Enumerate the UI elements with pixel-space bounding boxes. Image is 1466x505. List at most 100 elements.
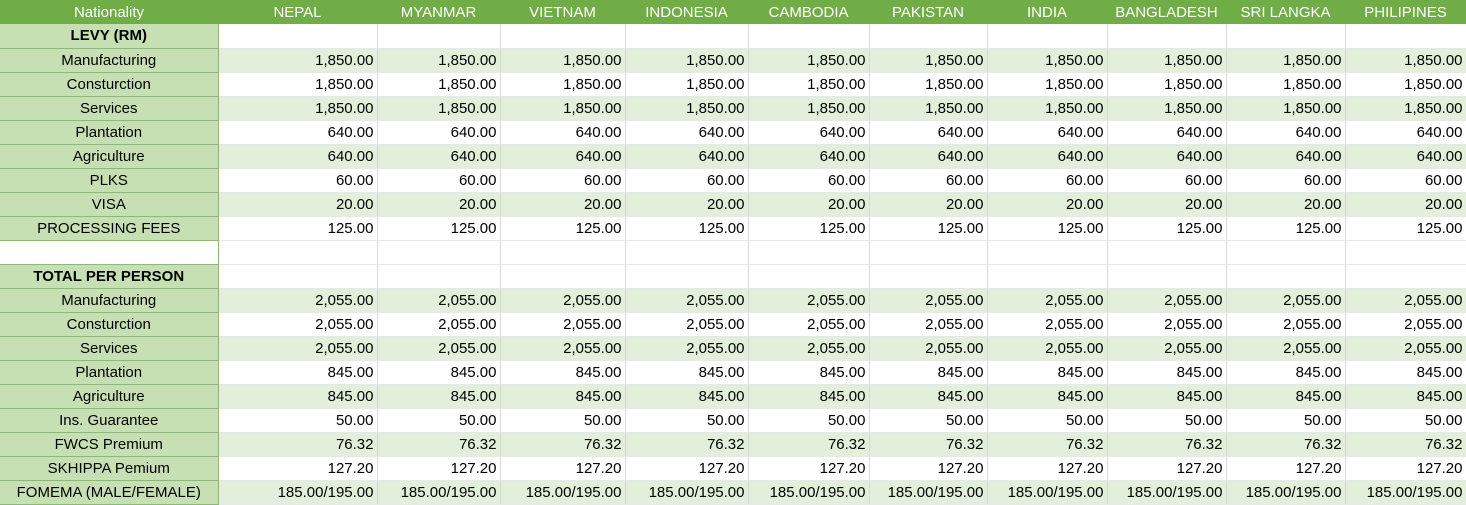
- value-cell[interactable]: 640.00: [625, 120, 749, 145]
- value-cell[interactable]: 50.00: [748, 408, 870, 433]
- value-cell[interactable]: 640.00: [1345, 120, 1466, 145]
- value-cell[interactable]: 50.00: [869, 408, 988, 433]
- value-cell[interactable]: [1226, 24, 1346, 49]
- value-cell[interactable]: 2,055.00: [625, 312, 749, 337]
- value-cell[interactable]: [1345, 264, 1466, 289]
- value-cell[interactable]: 1,850.00: [500, 96, 626, 121]
- row-label[interactable]: [0, 240, 219, 265]
- value-cell[interactable]: 2,055.00: [987, 312, 1108, 337]
- value-cell[interactable]: 20.00: [1226, 192, 1346, 217]
- value-cell[interactable]: 2,055.00: [218, 336, 378, 361]
- column-header[interactable]: VIETNAM: [500, 0, 625, 24]
- value-cell[interactable]: 1,850.00: [1226, 72, 1346, 97]
- value-cell[interactable]: 640.00: [218, 144, 378, 169]
- value-cell[interactable]: 640.00: [869, 144, 988, 169]
- section-label[interactable]: TOTAL PER PERSON: [0, 264, 219, 289]
- value-cell[interactable]: 20.00: [987, 192, 1108, 217]
- value-cell[interactable]: 2,055.00: [377, 312, 501, 337]
- value-cell[interactable]: 20.00: [377, 192, 501, 217]
- value-cell[interactable]: 127.20: [748, 456, 870, 481]
- value-cell[interactable]: 125.00: [869, 216, 988, 241]
- value-cell[interactable]: 1,850.00: [1226, 48, 1346, 73]
- row-label[interactable]: FOMEMA (MALE/FEMALE): [0, 480, 219, 505]
- value-cell[interactable]: 185.00/195.00: [218, 480, 378, 505]
- value-cell[interactable]: 1,850.00: [987, 96, 1108, 121]
- value-cell[interactable]: 845.00: [987, 360, 1108, 385]
- row-label[interactable]: Agriculture: [0, 144, 219, 169]
- value-cell[interactable]: 1,850.00: [748, 48, 870, 73]
- value-cell[interactable]: 845.00: [987, 384, 1108, 409]
- value-cell[interactable]: [1226, 240, 1346, 265]
- value-cell[interactable]: 845.00: [625, 384, 749, 409]
- column-header[interactable]: INDIA: [987, 0, 1107, 24]
- value-cell[interactable]: 50.00: [625, 408, 749, 433]
- value-cell[interactable]: 50.00: [218, 408, 378, 433]
- value-cell[interactable]: 845.00: [218, 360, 378, 385]
- value-cell[interactable]: 2,055.00: [748, 288, 870, 313]
- value-cell[interactable]: 125.00: [1226, 216, 1346, 241]
- value-cell[interactable]: 1,850.00: [748, 72, 870, 97]
- value-cell[interactable]: 125.00: [377, 216, 501, 241]
- value-cell[interactable]: [625, 264, 749, 289]
- value-cell[interactable]: 1,850.00: [987, 72, 1108, 97]
- value-cell[interactable]: 1,850.00: [1345, 96, 1466, 121]
- value-cell[interactable]: 127.20: [625, 456, 749, 481]
- value-cell[interactable]: [987, 240, 1108, 265]
- value-cell[interactable]: 845.00: [748, 384, 870, 409]
- value-cell[interactable]: 2,055.00: [1345, 288, 1466, 313]
- value-cell[interactable]: 1,850.00: [377, 48, 501, 73]
- value-cell[interactable]: 1,850.00: [1107, 96, 1227, 121]
- value-cell[interactable]: 845.00: [218, 384, 378, 409]
- value-cell[interactable]: 60.00: [625, 168, 749, 193]
- value-cell[interactable]: 127.20: [1226, 456, 1346, 481]
- value-cell[interactable]: [500, 24, 626, 49]
- value-cell[interactable]: 127.20: [987, 456, 1108, 481]
- value-cell[interactable]: 50.00: [1345, 408, 1466, 433]
- value-cell[interactable]: 1,850.00: [1107, 48, 1227, 73]
- row-label[interactable]: Consturction: [0, 72, 219, 97]
- value-cell[interactable]: 2,055.00: [1226, 336, 1346, 361]
- value-cell[interactable]: 845.00: [625, 360, 749, 385]
- value-cell[interactable]: 1,850.00: [1107, 72, 1227, 97]
- value-cell[interactable]: 640.00: [748, 120, 870, 145]
- value-cell[interactable]: 20.00: [500, 192, 626, 217]
- column-header[interactable]: CAMBODIA: [748, 0, 869, 24]
- value-cell[interactable]: [377, 240, 501, 265]
- value-cell[interactable]: 2,055.00: [218, 288, 378, 313]
- value-cell[interactable]: 845.00: [1226, 360, 1346, 385]
- value-cell[interactable]: [500, 240, 626, 265]
- value-cell[interactable]: 76.32: [500, 432, 626, 457]
- value-cell[interactable]: 20.00: [869, 192, 988, 217]
- value-cell[interactable]: 1,850.00: [1345, 48, 1466, 73]
- value-cell[interactable]: 76.32: [869, 432, 988, 457]
- value-cell[interactable]: [869, 264, 988, 289]
- value-cell[interactable]: 20.00: [625, 192, 749, 217]
- nationality-header[interactable]: Nationality: [0, 0, 218, 24]
- value-cell[interactable]: 640.00: [500, 120, 626, 145]
- value-cell[interactable]: 127.20: [218, 456, 378, 481]
- value-cell[interactable]: 60.00: [218, 168, 378, 193]
- value-cell[interactable]: 1,850.00: [625, 48, 749, 73]
- row-label[interactable]: Plantation: [0, 120, 219, 145]
- value-cell[interactable]: 1,850.00: [869, 72, 988, 97]
- value-cell[interactable]: 845.00: [500, 360, 626, 385]
- value-cell[interactable]: 185.00/195.00: [625, 480, 749, 505]
- value-cell[interactable]: 76.32: [625, 432, 749, 457]
- value-cell[interactable]: [218, 24, 378, 49]
- value-cell[interactable]: 2,055.00: [377, 336, 501, 361]
- value-cell[interactable]: [1226, 264, 1346, 289]
- value-cell[interactable]: 60.00: [748, 168, 870, 193]
- row-label[interactable]: Consturction: [0, 312, 219, 337]
- value-cell[interactable]: 640.00: [377, 120, 501, 145]
- value-cell[interactable]: 127.20: [1107, 456, 1227, 481]
- value-cell[interactable]: 50.00: [987, 408, 1108, 433]
- column-header[interactable]: PAKISTAN: [869, 0, 987, 24]
- value-cell[interactable]: 185.00/195.00: [987, 480, 1108, 505]
- value-cell[interactable]: [1345, 24, 1466, 49]
- value-cell[interactable]: 2,055.00: [625, 288, 749, 313]
- value-cell[interactable]: 125.00: [1345, 216, 1466, 241]
- value-cell[interactable]: 60.00: [1226, 168, 1346, 193]
- value-cell[interactable]: 1,850.00: [218, 72, 378, 97]
- value-cell[interactable]: 1,850.00: [377, 72, 501, 97]
- column-header[interactable]: MYANMAR: [377, 0, 500, 24]
